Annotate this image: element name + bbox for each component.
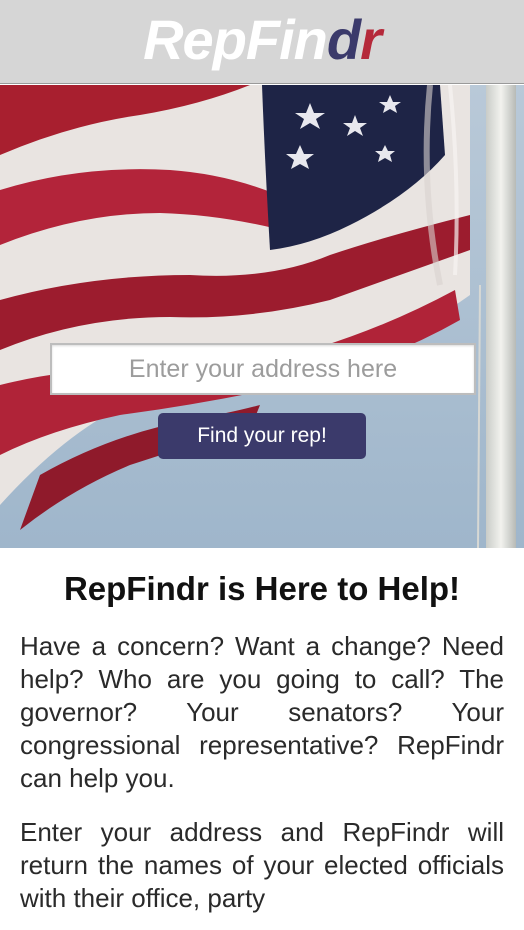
page-headline: RepFindr is Here to Help! — [63, 570, 461, 607]
app-header: RepFindr — [0, 0, 524, 84]
repfindr-logo[interactable]: RepFindr — [143, 11, 382, 68]
find-your-rep-button[interactable]: Find your rep! — [158, 413, 366, 459]
instructions-paragraph: Enter your address and RepFindr will ret… — [20, 817, 504, 913]
logo-text-part-2: d — [326, 7, 361, 71]
address-input[interactable] — [50, 343, 476, 395]
logo-text-part-3: r — [360, 7, 382, 71]
intro-paragraph: Have a concern? Want a change? Need help… — [20, 631, 504, 793]
main-content: RepFindr is Here to Help! Have a concern… — [0, 548, 524, 915]
american-flag-background-image — [0, 85, 524, 548]
hero-banner: Find your rep! — [0, 85, 524, 548]
logo-text-part-1: RepFin — [143, 7, 328, 71]
